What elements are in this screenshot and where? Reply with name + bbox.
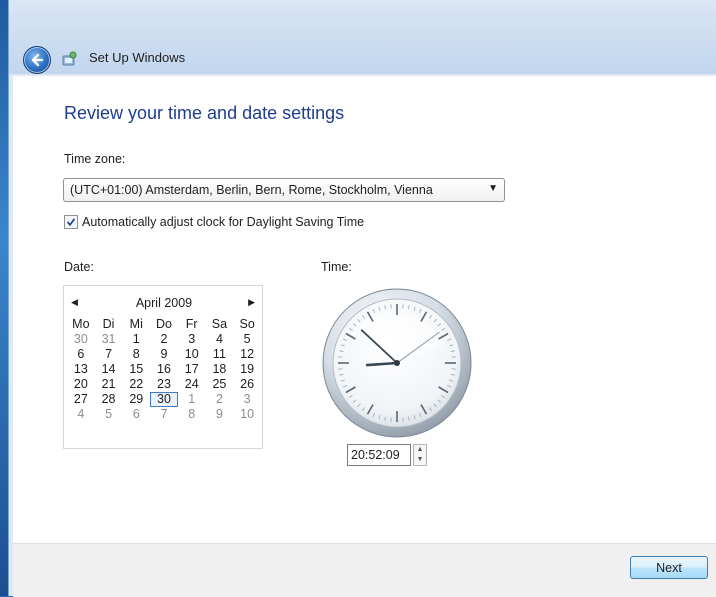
dst-checkbox[interactable] (64, 215, 78, 229)
calendar-day[interactable]: 9 (150, 347, 178, 362)
calendar-day[interactable]: 6 (122, 407, 150, 422)
calendar-day[interactable]: 4 (206, 332, 234, 347)
calendar-day[interactable]: 22 (122, 377, 150, 392)
weekday-header: Fr (178, 317, 206, 332)
dst-option[interactable]: Automatically adjust clock for Daylight … (64, 215, 364, 229)
next-month-icon[interactable]: ▶ (248, 297, 255, 308)
calendar-day[interactable]: 11 (206, 347, 234, 362)
calendar-day[interactable]: 17 (178, 362, 206, 377)
weekday-header: Sa (206, 317, 234, 332)
calendar-month-title[interactable]: April 2009 (64, 296, 264, 310)
calendar-day[interactable]: 27 (67, 392, 95, 407)
calendar-day[interactable]: 25 (206, 377, 234, 392)
calendar-day[interactable]: 3 (233, 392, 261, 407)
calendar-day[interactable]: 2 (206, 392, 234, 407)
calendar-day[interactable]: 10 (178, 347, 206, 362)
calendar-day[interactable]: 1 (122, 332, 150, 347)
calendar-day[interactable]: 9 (206, 407, 234, 422)
spin-down-icon[interactable]: ▼ (414, 455, 426, 465)
window-title: Set Up Windows (89, 50, 185, 65)
back-arrow-icon (29, 52, 45, 68)
date-calendar: ◀ April 2009 ▶ MoDiMiDoFrSaSo30311234567… (63, 285, 263, 449)
time-label: Time: (321, 260, 352, 274)
calendar-day[interactable]: 8 (178, 407, 206, 422)
time-input[interactable]: 20:52:09 (347, 444, 411, 466)
calendar-day[interactable]: 5 (233, 332, 261, 347)
calendar-day[interactable]: 1 (178, 392, 206, 407)
calendar-day[interactable]: 5 (95, 407, 123, 422)
calendar-day[interactable]: 18 (206, 362, 234, 377)
time-zone-value: (UTC+01:00) Amsterdam, Berlin, Bern, Rom… (64, 183, 433, 197)
calendar-day[interactable]: 14 (95, 362, 123, 377)
dst-label: Automatically adjust clock for Daylight … (82, 215, 364, 229)
time-zone-dropdown[interactable]: (UTC+01:00) Amsterdam, Berlin, Bern, Rom… (63, 178, 505, 202)
calendar-day[interactable]: 2 (150, 332, 178, 347)
calendar-day[interactable]: 8 (122, 347, 150, 362)
calendar-day-selected[interactable]: 30 (150, 392, 178, 407)
calendar-day[interactable]: 16 (150, 362, 178, 377)
calendar-day[interactable]: 21 (95, 377, 123, 392)
spin-up-icon[interactable]: ▲ (414, 445, 426, 455)
calendar-day[interactable]: 28 (95, 392, 123, 407)
calendar-day[interactable]: 30 (67, 332, 95, 347)
calendar-day[interactable]: 20 (67, 377, 95, 392)
calendar-grid: MoDiMiDoFrSaSo30311234567891011121314151… (67, 317, 261, 422)
window-header: Set Up Windows (9, 40, 716, 76)
calendar-day[interactable]: 23 (150, 377, 178, 392)
calendar-day[interactable]: 12 (233, 347, 261, 362)
footer-bar: Next (13, 543, 716, 597)
calendar-day[interactable]: 19 (233, 362, 261, 377)
calendar-day[interactable]: 10 (233, 407, 261, 422)
date-label: Date: (64, 260, 94, 274)
calendar-day[interactable]: 24 (178, 377, 206, 392)
analog-clock (319, 285, 475, 441)
calendar-day[interactable]: 26 (233, 377, 261, 392)
back-button[interactable] (23, 46, 51, 74)
calendar-day[interactable]: 7 (95, 347, 123, 362)
calendar-day[interactable]: 29 (122, 392, 150, 407)
page-title: Review your time and date settings (64, 103, 344, 124)
setup-windows-icon (61, 51, 77, 67)
time-value: 20:52:09 (348, 448, 400, 462)
calendar-day[interactable]: 4 (67, 407, 95, 422)
next-button[interactable]: Next (630, 556, 708, 579)
content-panel: Review your time and date settings Time … (13, 76, 716, 543)
weekday-header: Mo (67, 317, 95, 332)
calendar-day[interactable]: 31 (95, 332, 123, 347)
weekday-header: Do (150, 317, 178, 332)
chevron-down-icon: ▼ (488, 183, 498, 194)
weekday-header: Mi (122, 317, 150, 332)
time-spinner[interactable]: ▲ ▼ (413, 444, 427, 466)
calendar-day[interactable]: 13 (67, 362, 95, 377)
calendar-day[interactable]: 3 (178, 332, 206, 347)
calendar-day[interactable]: 7 (150, 407, 178, 422)
time-zone-label: Time zone: (64, 152, 125, 166)
calendar-day[interactable]: 15 (122, 362, 150, 377)
setup-window: Set Up Windows Review your time and date… (8, 0, 716, 596)
checkmark-icon (66, 217, 76, 227)
weekday-header: So (233, 317, 261, 332)
weekday-header: Di (95, 317, 123, 332)
calendar-day[interactable]: 6 (67, 347, 95, 362)
